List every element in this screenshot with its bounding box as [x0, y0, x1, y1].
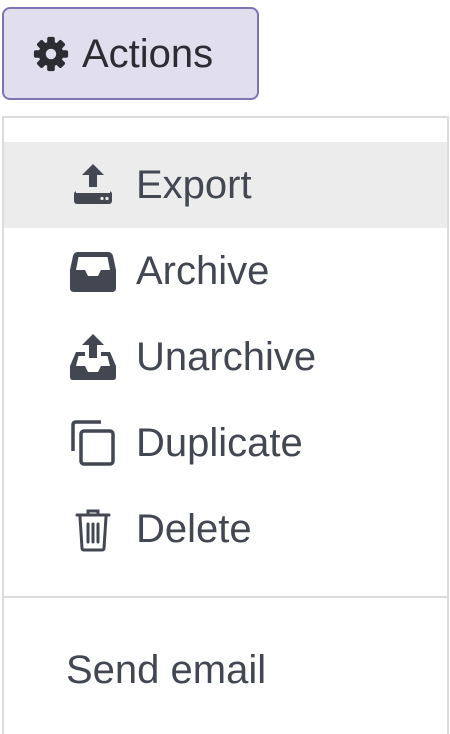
menu-item-delete[interactable]: Delete — [4, 486, 447, 572]
menu-item-duplicate[interactable]: Duplicate — [4, 400, 447, 486]
menu-item-send-email[interactable]: Send email — [4, 628, 447, 712]
actions-dropdown-menu: Export Archive Unarchive Duplicate Delet… — [2, 116, 449, 734]
actions-button[interactable]: Actions — [2, 7, 259, 100]
duplicate-icon — [68, 418, 118, 468]
actions-button-label: Actions — [82, 31, 214, 76]
menu-item-label: Unarchive — [136, 335, 317, 379]
menu-item-label: Duplicate — [136, 421, 303, 465]
menu-item-label: Send email — [66, 648, 267, 692]
trash-icon — [68, 504, 118, 554]
menu-item-unarchive[interactable]: Unarchive — [4, 314, 447, 400]
gear-icon — [32, 35, 70, 73]
menu-item-label: Archive — [136, 249, 270, 293]
menu-item-archive[interactable]: Archive — [4, 228, 447, 314]
menu-item-label: Export — [136, 163, 252, 207]
export-icon — [68, 160, 118, 210]
menu-divider — [4, 596, 447, 598]
archive-icon — [68, 246, 118, 296]
menu-item-export[interactable]: Export — [4, 142, 447, 228]
unarchive-icon — [68, 332, 118, 382]
menu-item-label: Delete — [136, 507, 252, 551]
